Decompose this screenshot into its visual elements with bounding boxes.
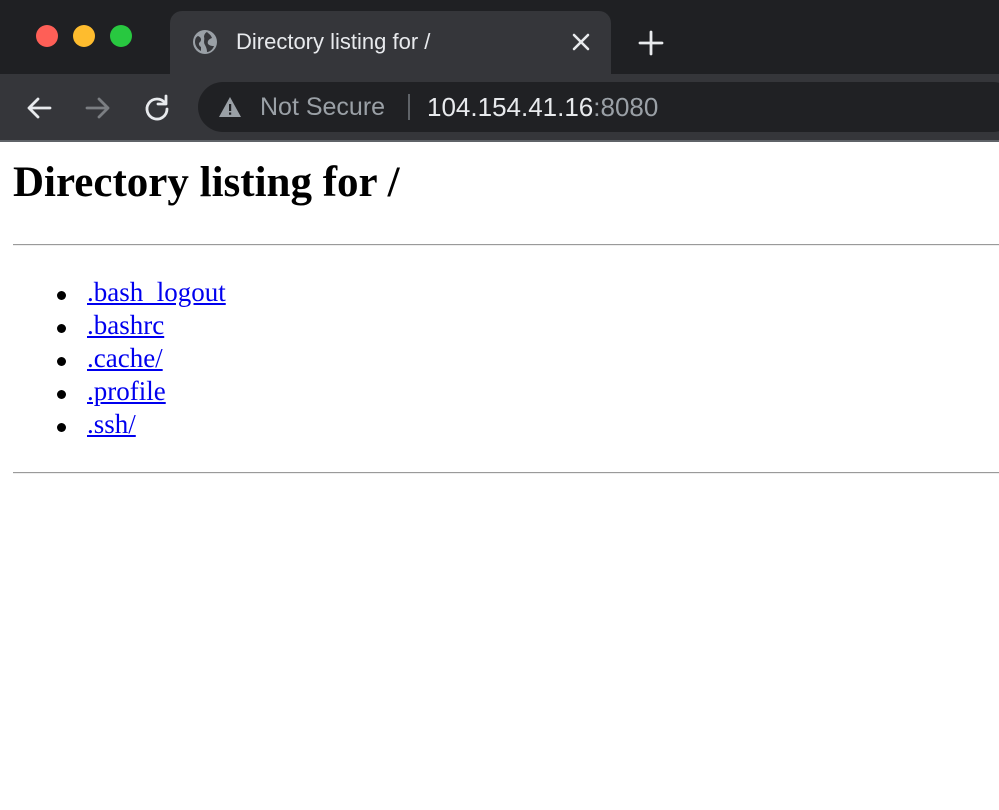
file-link-bashrc[interactable]: .bashrc xyxy=(87,310,164,340)
directory-list: .bash_logout .bashrc .cache/ .profile .s… xyxy=(0,276,226,441)
list-item: .bashrc xyxy=(0,309,226,342)
window-close-button[interactable] xyxy=(36,25,58,47)
url-port: :8080 xyxy=(593,92,659,122)
window-minimize-button[interactable] xyxy=(73,25,95,47)
list-item: .profile xyxy=(0,375,226,408)
url-host: 104.154.41.16 xyxy=(427,92,594,122)
arrow-left-icon[interactable] xyxy=(24,93,54,123)
tab-title: Directory listing for / xyxy=(236,29,431,54)
globe-icon xyxy=(193,30,217,54)
address-bar[interactable]: Not Secure 104.154.41.16:8080 xyxy=(198,82,999,132)
page-title: Directory listing for / xyxy=(13,159,400,206)
list-item: .cache/ xyxy=(0,342,226,375)
security-label[interactable]: Not Secure xyxy=(260,93,385,122)
arrow-right-icon[interactable] xyxy=(83,93,113,123)
horizontal-rule xyxy=(13,472,999,474)
list-item: .bash_logout xyxy=(0,276,226,309)
plus-icon[interactable] xyxy=(636,28,666,58)
list-item: .ssh/ xyxy=(0,408,226,441)
url-text[interactable]: 104.154.41.16:8080 xyxy=(427,92,658,123)
file-link-profile[interactable]: .profile xyxy=(87,376,166,406)
file-link-bash-logout[interactable]: .bash_logout xyxy=(87,277,226,307)
warning-icon[interactable] xyxy=(218,96,242,118)
address-bar-divider xyxy=(408,94,410,120)
reload-icon[interactable] xyxy=(142,93,172,123)
window-zoom-button[interactable] xyxy=(110,25,132,47)
folder-link-ssh[interactable]: .ssh/ xyxy=(87,409,136,439)
folder-link-cache[interactable]: .cache/ xyxy=(87,343,163,373)
page-content: Directory listing for / .bash_logout .ba… xyxy=(0,142,999,810)
close-icon[interactable] xyxy=(568,29,594,55)
browser-chrome: Directory listing for / Not Secure 104.1… xyxy=(0,0,999,142)
tab-strip: Directory listing for / xyxy=(0,0,999,74)
browser-toolbar: Not Secure 104.154.41.16:8080 xyxy=(0,74,999,141)
horizontal-rule xyxy=(13,244,999,246)
browser-tab[interactable]: Directory listing for / xyxy=(170,11,611,74)
